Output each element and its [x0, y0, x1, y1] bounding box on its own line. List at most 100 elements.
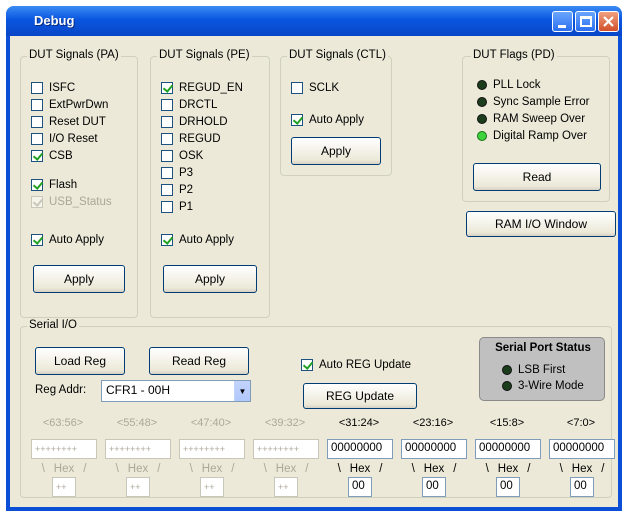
load-reg-button[interactable]: Load Reg	[35, 347, 125, 375]
checkbox-box[interactable]	[31, 179, 43, 191]
flag-label: Sync Sample Error	[493, 96, 590, 108]
checkbox-label: Auto Apply	[49, 234, 104, 246]
reg-addr-select[interactable]: CFR1 - 00H ▼	[101, 380, 251, 402]
hex-field-15-8[interactable]: 00	[496, 477, 520, 497]
checkbox-box[interactable]	[161, 133, 173, 145]
binary-field-23-16[interactable]: 00000000	[401, 439, 467, 459]
checkbox-p2[interactable]: P2	[161, 184, 193, 196]
checkbox-label: OSK	[179, 150, 204, 162]
apply-button-pa[interactable]: Apply	[33, 265, 125, 293]
checkbox-p3[interactable]: P3	[161, 167, 193, 179]
checkbox-label: REGUD_EN	[179, 82, 243, 94]
hex-field-31-24[interactable]: 00	[348, 477, 372, 497]
checkbox-label: Auto REG Update	[319, 359, 412, 371]
group-title-pa: DUT Signals (PA)	[27, 49, 121, 61]
bit-range-label: <55:48>	[116, 417, 158, 429]
checkbox-box[interactable]	[161, 201, 173, 213]
binary-field-7-0[interactable]: 00000000	[549, 439, 615, 459]
maximize-icon	[580, 16, 592, 27]
chevron-down-icon[interactable]: ▼	[234, 381, 250, 401]
binary-field-15-8[interactable]: 00000000	[475, 439, 541, 459]
checkbox-box[interactable]	[161, 82, 173, 94]
checkbox-box[interactable]	[161, 167, 173, 179]
reg-addr-value: CFR1 - 00H	[106, 383, 171, 397]
checkbox-box[interactable]	[31, 116, 43, 128]
group-dut-flags: DUT Flags (PD) PLL Lock Sync Sample Erro…	[462, 49, 610, 202]
checkbox-sclk[interactable]: SCLK	[291, 82, 339, 94]
maximize-button[interactable]	[575, 11, 596, 32]
checkbox-label: DRHOLD	[179, 116, 228, 128]
status-title: Serial Port Status	[495, 342, 591, 354]
status-led-icon	[502, 365, 512, 375]
checkbox-drctl[interactable]: DRCTL	[161, 99, 217, 111]
group-dut-signals-ctl: DUT Signals (CTL) SCLK Auto Apply Apply	[280, 49, 392, 176]
checkbox-osk[interactable]: OSK	[161, 150, 203, 162]
read-button[interactable]: Read	[473, 163, 601, 191]
checkbox-auto-apply-pe[interactable]: Auto Apply	[161, 234, 234, 246]
hex-field-7-0[interactable]: 00	[570, 477, 594, 497]
binary-field-55-48: ++++++++	[105, 439, 171, 459]
hex-label: \ Hex /	[559, 463, 605, 475]
checkbox-label: Auto Apply	[179, 234, 234, 246]
checkbox-auto-apply-pa[interactable]: Auto Apply	[31, 234, 104, 246]
checkbox-csb[interactable]: CSB	[31, 150, 73, 162]
checkbox-box[interactable]	[161, 150, 173, 162]
checkbox-drhold[interactable]: DRHOLD	[161, 116, 228, 128]
hex-label: \ Hex /	[411, 463, 457, 475]
checkbox-box	[31, 196, 43, 208]
checkbox-box[interactable]	[291, 114, 303, 126]
checkbox-box[interactable]	[161, 116, 173, 128]
hex-field-63-56: ++	[52, 477, 76, 497]
checkbox-box[interactable]	[31, 99, 43, 111]
title-bar[interactable]: Debug	[6, 6, 622, 36]
checkbox-box[interactable]	[301, 359, 313, 371]
checkbox-p1[interactable]: P1	[161, 201, 193, 213]
checkbox-box[interactable]	[31, 234, 43, 246]
checkbox-box[interactable]	[31, 133, 43, 145]
close-icon	[603, 16, 614, 27]
checkbox-label: P2	[179, 184, 194, 196]
status-lsb-first: LSB First	[502, 364, 565, 376]
checkbox-label: P1	[179, 201, 194, 213]
checkbox-box[interactable]	[161, 184, 173, 196]
checkbox-box[interactable]	[161, 99, 173, 111]
close-button[interactable]	[598, 11, 619, 32]
status-led-icon	[477, 80, 487, 90]
checkbox-box[interactable]	[161, 234, 173, 246]
checkbox-extpwrdwn[interactable]: ExtPwrDwn	[31, 99, 108, 111]
binary-field-39-32: ++++++++	[253, 439, 319, 459]
checkbox-box[interactable]	[291, 82, 303, 94]
checkbox-box[interactable]	[31, 82, 43, 94]
bit-range-label: <39:32>	[264, 417, 306, 429]
checkbox-flash[interactable]: Flash	[31, 179, 77, 191]
group-serial-io: Serial I/O Load Reg Read Reg Reg Addr: C…	[20, 319, 615, 498]
hex-field-23-16[interactable]: 00	[422, 477, 446, 497]
window-title: Debug	[34, 13, 75, 28]
binary-field-31-24[interactable]: 00000000	[327, 439, 393, 459]
apply-button-pe[interactable]: Apply	[163, 265, 257, 293]
ram-io-window-button[interactable]: RAM I/O Window	[466, 211, 616, 237]
bit-range-label: <7:0>	[566, 417, 596, 429]
checkbox-label: I/O Reset	[49, 133, 98, 145]
reg-update-button[interactable]: REG Update	[303, 383, 417, 409]
read-reg-button[interactable]: Read Reg	[149, 347, 249, 375]
minimize-button[interactable]	[552, 11, 573, 32]
group-title-ctl: DUT Signals (CTL)	[287, 49, 388, 61]
checkbox-isfc[interactable]: ISFC	[31, 82, 75, 94]
binary-field-63-56: ++++++++	[31, 439, 97, 459]
checkbox-regud[interactable]: REGUD	[161, 133, 221, 145]
group-title-flags: DUT Flags (PD)	[471, 49, 557, 61]
checkbox-auto-apply-ctl[interactable]: Auto Apply	[291, 114, 364, 126]
bit-range-label: <47:40>	[190, 417, 232, 429]
hex-label: \ Hex /	[189, 463, 235, 475]
checkbox-io-reset[interactable]: I/O Reset	[31, 133, 98, 145]
checkbox-auto-reg-update[interactable]: Auto REG Update	[301, 359, 411, 371]
checkbox-reset-dut[interactable]: Reset DUT	[31, 116, 106, 128]
checkbox-box[interactable]	[31, 150, 43, 162]
minimize-icon	[558, 25, 566, 28]
checkbox-regud-en[interactable]: REGUD_EN	[161, 82, 243, 94]
apply-button-ctl[interactable]: Apply	[291, 137, 381, 165]
checkbox-label: Auto Apply	[309, 114, 364, 126]
checkbox-label: ExtPwrDwn	[49, 99, 109, 111]
bit-range-label: <31:24>	[338, 417, 380, 429]
